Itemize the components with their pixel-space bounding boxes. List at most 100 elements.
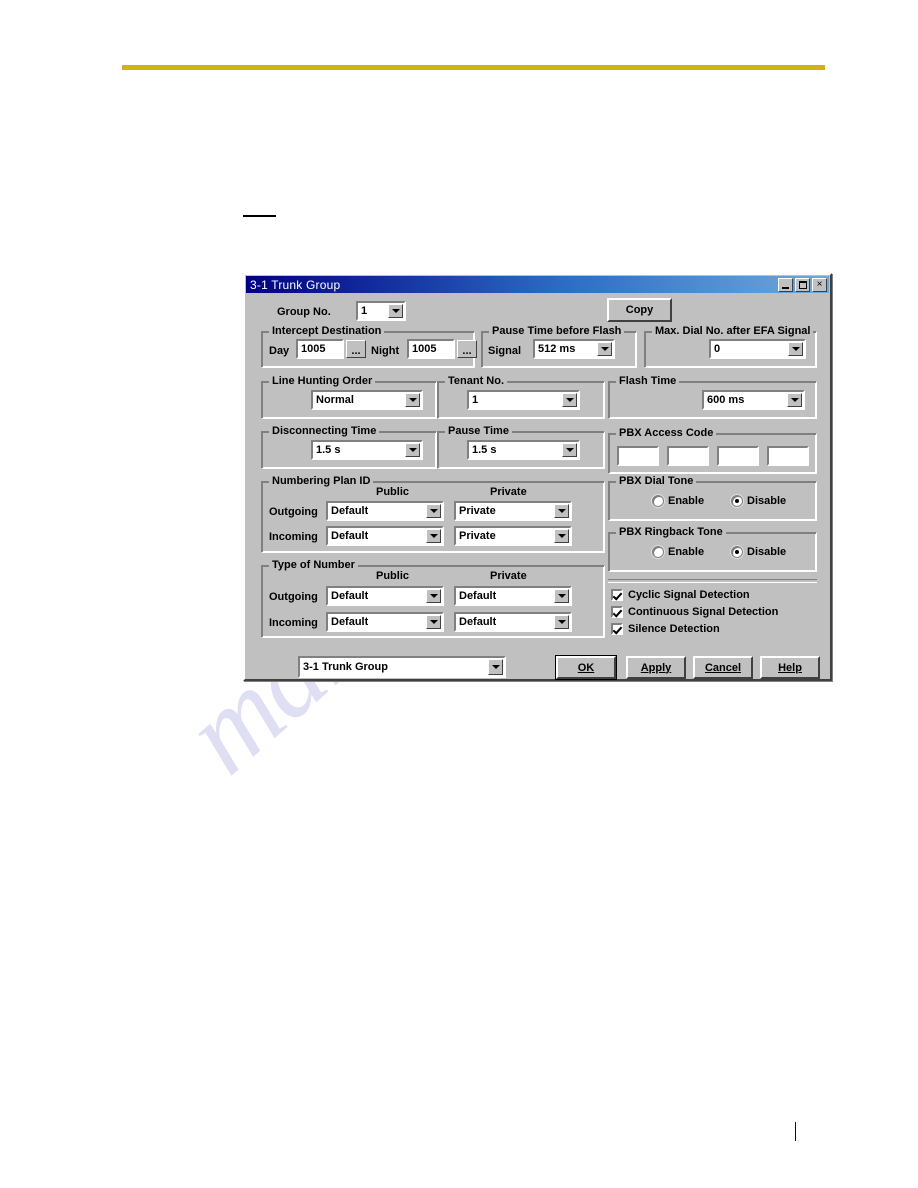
checkbox-icon [611,623,623,635]
signal-label: Signal [488,345,522,357]
numbering-plan-incoming-public-combo[interactable]: Default [326,526,444,546]
pbx-ringback-tone-disable-radio[interactable]: Disable [731,546,786,558]
numbering-plan-outgoing-public-combo[interactable]: Default [326,501,444,521]
continuous-signal-detection-checkbox[interactable]: Continuous Signal Detection [611,606,778,618]
ok-button[interactable]: OK [556,656,616,679]
pbx-dial-tone-group: PBX Dial Tone Enable Disable [608,475,817,521]
screen-selector-value: 3-1 Trunk Group [303,661,388,673]
minimize-icon[interactable] [778,277,793,292]
close-icon[interactable]: × [812,277,827,292]
pbx-ringback-tone-enable-radio[interactable]: Enable [652,546,704,558]
apply-button[interactable]: Apply [626,656,686,679]
copy-button[interactable]: Copy [607,298,672,322]
line-hunting-order-combo[interactable]: Normal [311,390,423,410]
cyclic-signal-detection-label: Cyclic Signal Detection [628,589,750,601]
pbx-dial-tone-enable-radio[interactable]: Enable [652,495,704,507]
tenant-no-group: Tenant No. 1 [437,375,605,419]
line-hunting-order-group: Line Hunting Order Normal [261,375,437,419]
chevron-down-icon[interactable] [787,393,802,407]
trunk-group-dialog: 3-1 Trunk Group × Group No. 1 Copy Inter… [243,273,832,681]
dialog-title: 3-1 Trunk Group [250,277,341,292]
pbx-ringback-tone-group: PBX Ringback Tone Enable Disable [608,526,817,572]
chevron-down-icon[interactable] [426,589,441,603]
type-of-number-incoming-private-combo[interactable]: Default [454,612,572,632]
max-dial-no-group: Max. Dial No. after EFA Signal 0 [644,325,817,368]
chevron-down-icon[interactable] [405,393,420,407]
radio-circle-icon [652,546,664,558]
chevron-down-icon[interactable] [426,615,441,629]
numbering-plan-outgoing-private-combo[interactable]: Private [454,501,572,521]
intercept-destination-group: Intercept Destination Day 1005 ... Night… [261,325,477,368]
ok-button-label: OK [577,661,595,674]
disconnecting-time-combo[interactable]: 1.5 s [311,440,423,460]
header-rule [122,65,825,70]
chevron-down-icon[interactable] [554,504,569,518]
day-value-input[interactable]: 1005 [296,339,344,359]
pbx-dial-tone-disable-radio[interactable]: Disable [731,495,786,507]
chevron-down-icon[interactable] [388,304,403,318]
chevron-down-icon[interactable] [488,659,503,675]
pbx-access-code-input-1[interactable] [617,446,659,466]
pbx-access-code-input-3[interactable] [717,446,759,466]
cyclic-signal-detection-checkbox[interactable]: Cyclic Signal Detection [611,589,750,601]
chevron-down-icon[interactable] [405,443,420,457]
pbx-access-code-input-4[interactable] [767,446,809,466]
group-no-combo[interactable]: 1 [356,301,406,321]
chevron-down-icon[interactable] [554,589,569,603]
help-button[interactable]: Help [760,656,820,679]
night-browse-button[interactable]: ... [457,340,477,358]
apply-button-label: Apply [640,661,672,674]
max-dial-no-title: Max. Dial No. after EFA Signal [652,325,814,337]
type-of-number-incoming-public-combo[interactable]: Default [326,612,444,632]
tenant-no-combo[interactable]: 1 [467,390,580,410]
tenant-no-title: Tenant No. [445,375,508,387]
chevron-down-icon[interactable] [554,529,569,543]
silence-detection-checkbox[interactable]: Silence Detection [611,623,720,635]
night-value-input[interactable]: 1005 [407,339,455,359]
pause-time-group: Pause Time 1.5 s [437,425,605,469]
type-of-number-outgoing-label: Outgoing [269,591,318,603]
screen-selector-combo[interactable]: 3-1 Trunk Group [298,656,506,678]
maximize-icon[interactable] [795,277,810,292]
numbering-plan-incoming-label: Incoming [269,531,318,543]
cancel-button-label: Cancel [704,661,742,674]
type-of-number-incoming-public-value: Default [331,616,369,628]
type-of-number-outgoing-public-value: Default [331,590,369,602]
chevron-down-icon[interactable] [597,342,612,356]
group-no-value: 1 [361,305,368,317]
pause-time-title: Pause Time [445,425,512,437]
chevron-down-icon[interactable] [562,393,577,407]
cancel-button[interactable]: Cancel [693,656,753,679]
numbering-plan-id-group: Numbering Plan ID Public Private Outgoin… [261,475,605,553]
pbx-dial-tone-title: PBX Dial Tone [616,475,697,487]
numbering-plan-incoming-private-combo[interactable]: Private [454,526,572,546]
pbx-access-code-title: PBX Access Code [616,427,717,439]
max-dial-no-combo[interactable]: 0 [709,339,806,359]
chevron-down-icon[interactable] [426,529,441,543]
day-label: Day [269,345,290,357]
pbx-ringback-tone-enable-label: Enable [668,546,705,558]
signal-combo[interactable]: 512 ms [533,339,615,359]
chevron-down-icon[interactable] [554,615,569,629]
type-of-number-title: Type of Number [269,559,358,571]
flash-time-combo[interactable]: 600 ms [702,390,805,410]
dialog-titlebar[interactable]: 3-1 Trunk Group × [246,276,829,293]
pbx-access-code-input-2[interactable] [667,446,709,466]
chevron-down-icon[interactable] [562,443,577,457]
flash-time-value: 600 ms [707,394,745,406]
pbx-dial-tone-disable-label: Disable [747,495,787,507]
night-label: Night [371,345,400,357]
type-of-number-outgoing-private-combo[interactable]: Default [454,586,572,606]
radio-circle-icon [652,495,664,507]
radio-circle-selected-icon [731,546,743,558]
chevron-down-icon[interactable] [426,504,441,518]
day-browse-button[interactable]: ... [346,340,366,358]
type-of-number-outgoing-private-value: Default [459,590,497,602]
continuous-signal-detection-label: Continuous Signal Detection [628,606,779,618]
pause-time-combo[interactable]: 1.5 s [467,440,580,460]
chevron-down-icon[interactable] [788,342,803,356]
signal-value: 512 ms [538,343,576,355]
intercept-destination-title: Intercept Destination [269,325,385,337]
type-of-number-outgoing-public-combo[interactable]: Default [326,586,444,606]
pause-time-before-flash-title: Pause Time before Flash [489,325,625,337]
